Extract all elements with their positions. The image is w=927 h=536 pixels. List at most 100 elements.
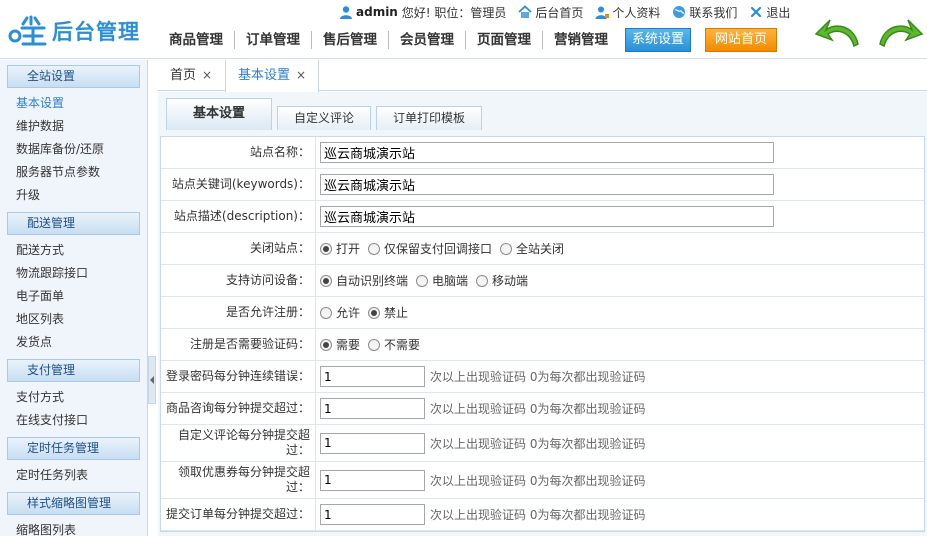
sidebar-group-delivery: 配送管理 配送方式 物流跟踪接口 电子面单 地区列表 发货点 <box>0 212 147 354</box>
subtab-basic-settings[interactable]: 基本设置 <box>166 98 273 130</box>
sidebar-item-scheduled-list[interactable]: 定时任务列表 <box>0 464 147 487</box>
field-label-line1: 领取优惠券每分钟提交超 <box>177 465 310 479</box>
subtab-print-template[interactable]: 订单打印模板 <box>376 106 483 130</box>
sidebar-item-maintain-data[interactable]: 维护数据 <box>0 115 147 138</box>
tab-home[interactable]: 首页 × <box>158 60 224 91</box>
logo[interactable]: 后台管理 <box>8 12 140 50</box>
sidebar-item-db-backup[interactable]: 数据库备份/还原 <box>0 138 147 161</box>
radio-label: 移动端 <box>492 274 529 288</box>
sidebar-item-delivery-method[interactable]: 配送方式 <box>0 239 147 262</box>
sidebar-item-online-payment[interactable]: 在线支付接口 <box>0 409 147 432</box>
main-nav: 商品管理 订单管理 售后管理 会员管理 页面管理 营销管理 系统设置 网站首页 <box>158 27 778 53</box>
sidebar-group-title[interactable]: 样式缩略图管理 <box>7 492 140 515</box>
radio-button[interactable] <box>320 274 332 287</box>
radio-need[interactable]: 需要 <box>320 336 360 353</box>
order-submit-input[interactable] <box>320 504 425 525</box>
field-label: 登录密码每分钟连续错误： <box>161 361 316 392</box>
radio-auto-detect[interactable]: 自动识别终端 <box>320 272 408 289</box>
logout-link[interactable]: 退出 <box>749 4 790 21</box>
radio-button[interactable] <box>320 242 332 255</box>
profile-label: 个人资料 <box>612 5 661 20</box>
nav-page[interactable]: 页面管理 <box>466 31 543 49</box>
field-label: 站点描述(description)： <box>161 201 316 232</box>
sidebar-group-thumbnail: 样式缩略图管理 缩略图列表 <box>0 492 147 536</box>
radio-payment-callback-only[interactable]: 仅保留支付回调接口 <box>368 240 492 257</box>
close-icon[interactable]: × <box>202 68 212 82</box>
sidebar-item-thumbnail-list[interactable]: 缩略图列表 <box>0 519 147 536</box>
radio-no-need[interactable]: 不需要 <box>368 336 420 353</box>
radio-label: 全站关闭 <box>516 242 565 256</box>
profile-link[interactable]: 个人资料 <box>595 4 660 21</box>
nav-aftersale[interactable]: 售后管理 <box>312 31 389 49</box>
row-site-name: 站点名称： <box>161 137 924 169</box>
field-label-line2: 过： <box>285 480 310 494</box>
sidebar-item-upgrade[interactable]: 升级 <box>0 184 147 207</box>
nav-system-settings[interactable]: 系统设置 <box>625 28 692 52</box>
radio-mobile[interactable]: 移动端 <box>476 272 528 289</box>
sidebar-item-basic-settings[interactable]: 基本设置 <box>0 92 147 115</box>
radio-button[interactable] <box>368 242 381 255</box>
forward-arrow-icon[interactable] <box>876 14 924 52</box>
contact-link[interactable]: 联系我们 <box>672 4 737 21</box>
radio-label: 电脑端 <box>432 274 469 288</box>
product-inquiry-input[interactable] <box>320 398 425 419</box>
nav-member[interactable]: 会员管理 <box>389 31 466 49</box>
nav-site-home[interactable]: 网站首页 <box>705 28 778 52</box>
tab-basic-settings[interactable]: 基本设置 × <box>225 60 320 92</box>
radio-allow[interactable]: 允许 <box>320 304 360 321</box>
field-hint: 次以上出现验证码 0为每次都出现验证码 <box>430 436 646 451</box>
sidebar-item-region-list[interactable]: 地区列表 <box>0 308 147 331</box>
sidebar-group-site: 全站设置 基本设置 维护数据 数据库备份/还原 服务器节点参数 升级 <box>0 65 147 207</box>
radio-button[interactable] <box>368 338 381 351</box>
admin-home-link[interactable]: 后台首页 <box>518 4 583 21</box>
radio-button[interactable] <box>320 338 332 351</box>
radio-label: 需要 <box>336 338 361 352</box>
login-errors-input[interactable] <box>320 366 425 387</box>
radio-forbid[interactable]: 禁止 <box>368 304 408 321</box>
row-product-inquiry: 商品咨询每分钟提交超过： 次以上出现验证码 0为每次都出现验证码 <box>161 393 924 425</box>
radio-button[interactable] <box>476 274 489 287</box>
back-arrow-icon[interactable] <box>814 14 862 52</box>
role-label: 职位： <box>434 5 471 20</box>
custom-comment-input[interactable] <box>320 432 425 454</box>
username: admin <box>356 5 398 19</box>
radio-open[interactable]: 打开 <box>320 240 360 257</box>
radio-button[interactable] <box>416 274 429 287</box>
sidebar-collapse-handle[interactable] <box>148 356 156 404</box>
field-label: 注册是否需要验证码： <box>161 329 316 360</box>
sidebar-group-title[interactable]: 支付管理 <box>7 359 140 382</box>
close-icon[interactable]: × <box>296 68 306 82</box>
nav-marketing[interactable]: 营销管理 <box>543 31 619 49</box>
row-register-captcha: 注册是否需要验证码： 需要 不需要 <box>161 329 924 361</box>
sidebar-item-payment-method[interactable]: 支付方式 <box>0 386 147 409</box>
sidebar-group-title[interactable]: 配送管理 <box>7 212 140 235</box>
row-allow-register: 是否允许注册： 允许 禁止 <box>161 297 924 329</box>
field-hint: 次以上出现验证码 0为每次都出现验证码 <box>430 473 646 488</box>
sidebar-item-shipping-point[interactable]: 发货点 <box>0 331 147 354</box>
keywords-input[interactable] <box>320 174 774 195</box>
sidebar-item-e-waybill[interactable]: 电子面单 <box>0 285 147 308</box>
nav-order[interactable]: 订单管理 <box>235 31 312 49</box>
field-hint: 次以上出现验证码 0为每次都出现验证码 <box>430 508 646 522</box>
site-name-input[interactable] <box>320 142 774 163</box>
field-label: 支持访问设备： <box>161 265 316 296</box>
logout-label: 退出 <box>766 5 791 20</box>
role-value: 管理员 <box>470 5 507 20</box>
field-label: 自定义评论每分钟提交超 过： <box>161 425 316 461</box>
radio-button[interactable] <box>500 242 513 255</box>
greeting-text: 您好! <box>401 5 431 20</box>
row-login-errors: 登录密码每分钟连续错误： 次以上出现验证码 0为每次都出现验证码 <box>161 361 924 393</box>
sidebar-item-server-node[interactable]: 服务器节点参数 <box>0 161 147 184</box>
sidebar-group-title[interactable]: 全站设置 <box>7 65 140 88</box>
sidebar-item-logistics-tracking[interactable]: 物流跟踪接口 <box>0 262 147 285</box>
description-input[interactable] <box>320 206 774 227</box>
coupon-input[interactable] <box>320 469 425 491</box>
radio-close-all[interactable]: 全站关闭 <box>500 240 564 257</box>
sidebar-group-title[interactable]: 定时任务管理 <box>7 437 140 460</box>
nav-product[interactable]: 商品管理 <box>158 31 235 49</box>
radio-button[interactable] <box>368 306 381 319</box>
radio-button[interactable] <box>320 306 332 319</box>
settings-subtabs: 基本设置 自定义评论 订单打印模板 <box>166 98 487 130</box>
subtab-custom-comment[interactable]: 自定义评论 <box>277 106 372 130</box>
radio-pc[interactable]: 电脑端 <box>416 272 468 289</box>
